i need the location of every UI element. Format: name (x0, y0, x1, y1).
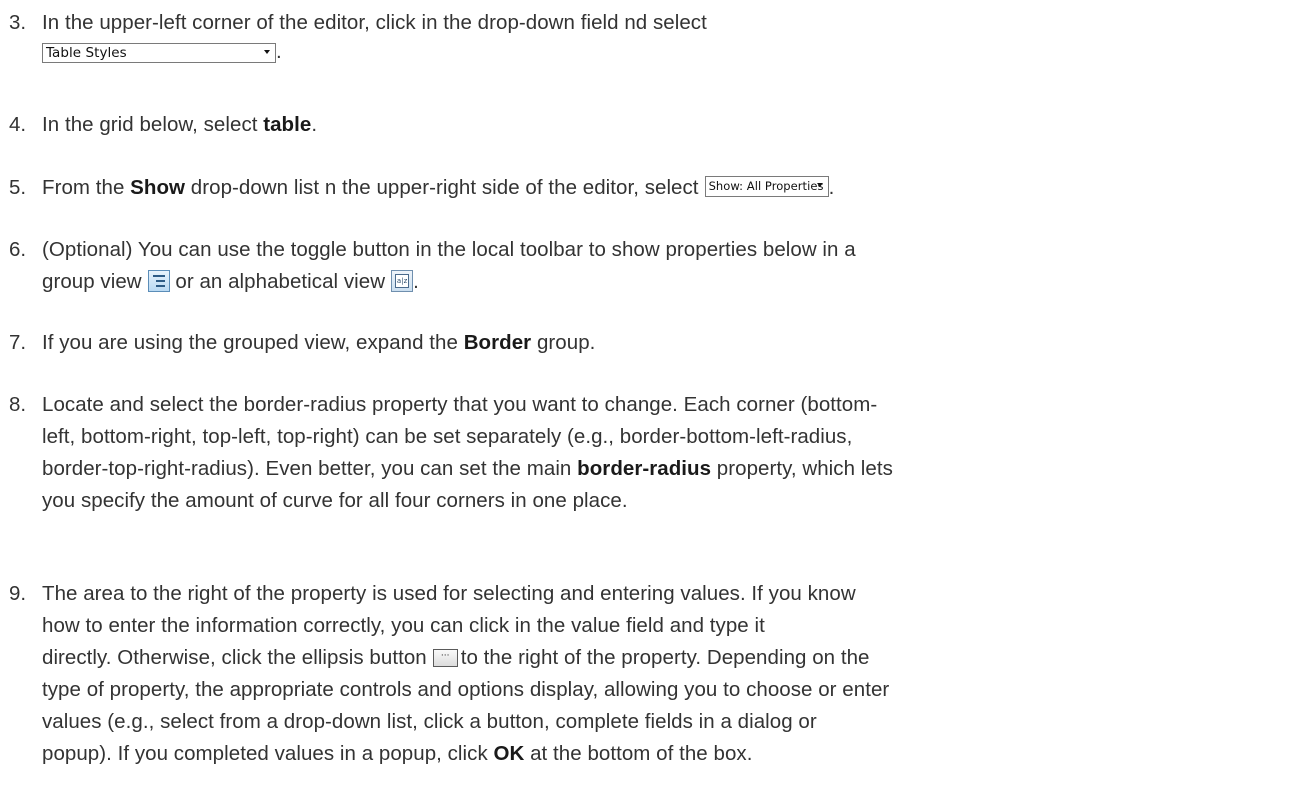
step-text: The area to the right of the property is… (42, 578, 1272, 770)
step-number: 5. (9, 176, 27, 199)
step-text: In the grid below, select table. (42, 109, 1272, 141)
table-styles-dropdown[interactable]: Table Styles (42, 42, 276, 63)
step-number: 8. (9, 393, 27, 416)
dropdown-value: Table Styles (46, 44, 127, 61)
step-number: 3. (9, 11, 27, 34)
step-bold-term: OK (493, 742, 525, 765)
step-line: values (e.g., select from a drop-down li… (42, 710, 817, 733)
step-line: Table Styles. (42, 39, 1272, 65)
step-line: If you are using the grouped view, expan… (42, 327, 1272, 359)
ellipsis-button-icon[interactable]: ··· (432, 648, 458, 667)
show-properties-dropdown[interactable]: Show: All Properties (704, 176, 829, 198)
step-text-part: . (311, 113, 318, 136)
step-text-part: group view (42, 270, 142, 293)
step-text-part: drop-down list n the upper-right side of… (185, 176, 699, 199)
step-line: (Optional) You can use the toggle button… (42, 238, 856, 261)
step-bold-term: Border (463, 331, 532, 354)
step-text-part: to the right of the property. Depending … (460, 646, 870, 669)
step-text: Locate and select the border-radius prop… (42, 389, 1272, 517)
step-line: how to enter the information correctly, … (42, 614, 765, 637)
step-number: 9. (9, 582, 27, 605)
step-line: Locate and select the border-radius prop… (42, 393, 878, 416)
step-text-part: group. (531, 331, 596, 354)
step-text-part: property, which lets (711, 457, 893, 480)
step-text-part: directly. Otherwise, click the ellipsis … (42, 646, 427, 669)
step-bold-term: table (263, 113, 312, 136)
step-line: group view or an alphabetical view a|z. (42, 266, 1272, 298)
step-number: 6. (9, 238, 27, 261)
step-text: From the Show drop-down list n the upper… (42, 172, 1272, 204)
chevron-down-icon (816, 183, 823, 188)
step-line: you specify the amount of curve for all … (42, 489, 628, 512)
step-number: 4. (9, 113, 27, 136)
step-text-part: or an alphabetical view (169, 270, 386, 293)
group-view-icon[interactable] (147, 269, 170, 292)
ellipsis-glyph: ··· (440, 650, 450, 661)
step-line: directly. Otherwise, click the ellipsis … (42, 642, 1272, 674)
step-line: popup). If you completed values in a pop… (42, 738, 1272, 770)
step-line: In the grid below, select table. (42, 109, 1272, 141)
chevron-down-icon (264, 49, 270, 54)
step-line: type of property, the appropriate contro… (42, 678, 890, 701)
step-text: If you are using the grouped view, expan… (42, 327, 1272, 359)
step-text-part: In the grid below, select (42, 113, 264, 136)
step-line: border-top-right-radius). Even better, y… (42, 453, 1272, 485)
step-number: 7. (9, 331, 27, 354)
dropdown-value: Show: All Properties (708, 179, 824, 194)
step-line: In the upper-left corner of the editor, … (42, 11, 707, 34)
step-punctuation: . (413, 270, 419, 293)
step-bold-term: Show (130, 176, 186, 199)
step-punctuation: . (828, 176, 835, 199)
step-text-part: popup). If you completed values in a pop… (42, 742, 494, 765)
step-line: left, bottom-right, top-left, top-right)… (42, 425, 853, 448)
step-text-part: border-top-right-radius). Even better, y… (42, 457, 578, 480)
step-text-part: at the bottom of the box. (524, 742, 753, 765)
step-text: In the upper-left corner of the editor, … (42, 7, 1272, 65)
alphabetical-view-icon[interactable]: a|z (391, 269, 414, 292)
step-line: From the Show drop-down list n the upper… (42, 172, 1272, 204)
step-line: The area to the right of the property is… (42, 582, 856, 605)
step-punctuation: . (276, 40, 282, 63)
step-text: (Optional) You can use the toggle button… (42, 234, 1272, 298)
alphabetical-glyph: a|z (395, 273, 410, 288)
step-text-part: From the (42, 176, 131, 199)
step-text-part: If you are using the grouped view, expan… (42, 331, 464, 354)
step-bold-term: border-radius (577, 457, 712, 480)
